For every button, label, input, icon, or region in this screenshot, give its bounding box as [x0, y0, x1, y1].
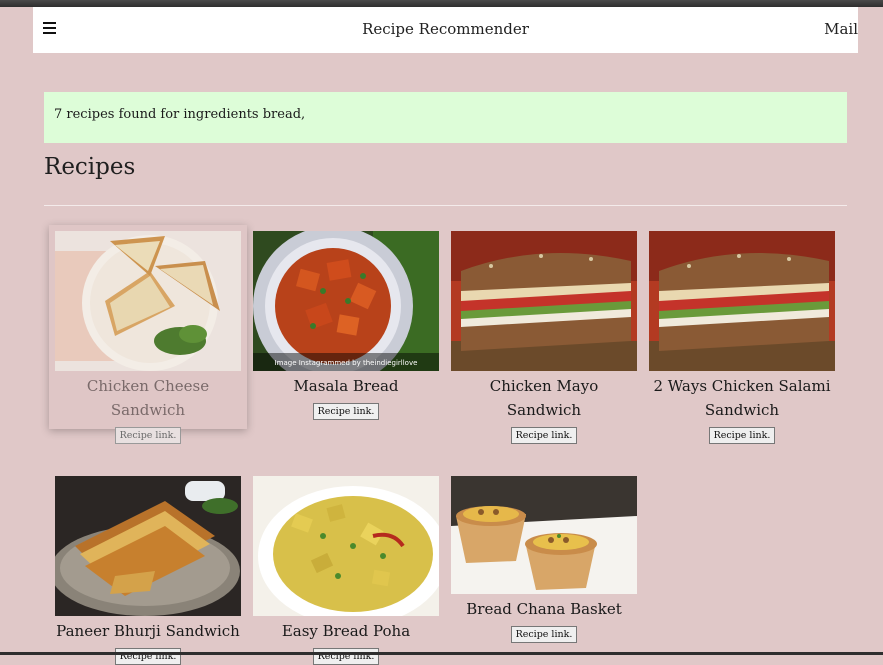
recipe-link-button[interactable]: Recipe link.: [708, 427, 776, 444]
recipe-image: [451, 476, 637, 594]
recipe-title: Bread Chana Basket: [466, 600, 622, 618]
recipe-card[interactable]: Paneer Bhurji Sandwich Recipe link.: [49, 476, 247, 665]
image-caption: Image Instagrammed by theindiegirllove: [275, 359, 418, 367]
results-alert: 7 recipes found for ingredients bread,: [44, 92, 847, 143]
recipe-title: 2 Ways Chicken Salami Sandwich: [653, 377, 831, 419]
recipes-heading: Recipes: [44, 154, 136, 180]
divider: [44, 205, 847, 206]
recipe-link-button[interactable]: Recipe link.: [114, 648, 182, 665]
recipe-title: Masala Bread: [293, 377, 399, 395]
recipe-image: [451, 231, 637, 371]
navbar: Recipe Recommender Mail: [33, 7, 858, 53]
recipe-title: Chicken Cheese Sandwich: [86, 377, 210, 419]
recipe-card[interactable]: Chicken Cheese Sandwich Recipe link.: [49, 225, 247, 444]
recipe-card[interactable]: Chicken Mayo Sandwich Recipe link.: [445, 231, 643, 444]
recipe-card[interactable]: Bread Chana Basket Recipe link.: [445, 476, 643, 643]
recipe-card[interactable]: 2 Ways Chicken Salami Sandwich Recipe li…: [643, 231, 841, 444]
recipe-link-button[interactable]: Recipe link.: [114, 427, 182, 444]
recipe-link-button[interactable]: Recipe link.: [510, 626, 578, 643]
recipe-link-button[interactable]: Recipe link.: [312, 648, 380, 665]
recipe-card[interactable]: Easy Bread Poha Recipe link.: [247, 476, 445, 665]
recipe-link-button[interactable]: Recipe link.: [510, 427, 578, 444]
recipe-image: [55, 476, 241, 616]
recipe-image: [55, 231, 241, 371]
recipe-image: [649, 231, 835, 371]
nav-mail-link[interactable]: Mail: [824, 20, 858, 38]
nav-title: Recipe Recommender: [362, 20, 529, 38]
recipe-image: [253, 476, 439, 616]
recipe-image: Image Instagrammed by theindiegirllove: [253, 231, 439, 371]
recipe-title: Chicken Mayo Sandwich: [489, 377, 599, 419]
recipe-title: Paneer Bhurji Sandwich: [56, 622, 240, 640]
browser-top-edge: [0, 0, 883, 7]
recipe-title: Easy Bread Poha: [281, 622, 411, 640]
recipe-card[interactable]: Image Instagrammed by theindiegirllove M…: [247, 231, 445, 420]
recipe-link-button[interactable]: Recipe link.: [312, 403, 380, 420]
